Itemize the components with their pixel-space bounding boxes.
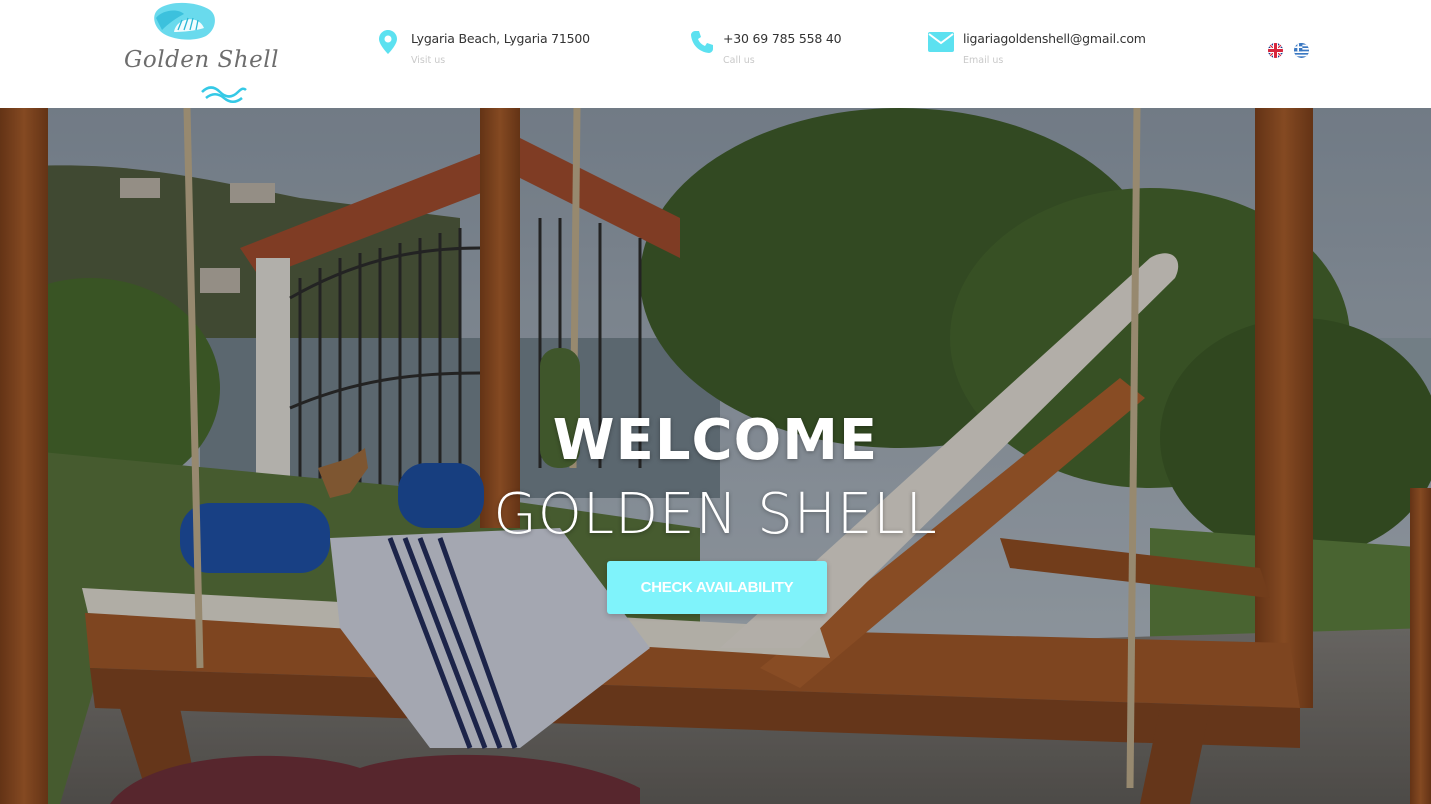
greek-flag-icon[interactable] xyxy=(1294,43,1309,58)
hero-subtitle: GOLDEN SHELL xyxy=(493,482,938,547)
email-text: ligariagoldenshell@gmail.com xyxy=(963,31,1146,46)
address-caption: Visit us xyxy=(411,55,446,66)
logo[interactable]: Golden Shell xyxy=(118,0,278,104)
phone-text: +30 69 785 558 40 xyxy=(723,31,842,46)
address-text: Lygaria Beach, Lygaria 71500 xyxy=(411,31,590,46)
address-contact[interactable]: Lygaria Beach, Lygaria 71500 Visit us xyxy=(379,28,639,76)
map-pin-icon xyxy=(379,30,397,54)
check-availability-button[interactable]: CHECK AVAILABILITY xyxy=(607,561,827,614)
language-switcher xyxy=(1268,43,1309,59)
logo-text: Golden Shell xyxy=(124,47,279,73)
hero-title: WELCOME xyxy=(552,408,879,473)
hero-section: WELCOME GOLDEN SHELL CHECK AVAILABILITY xyxy=(0,108,1431,804)
phone-caption: Call us xyxy=(723,55,755,66)
email-contact[interactable]: ligariagoldenshell@gmail.com Email us xyxy=(928,28,1188,76)
phone-icon xyxy=(691,31,713,53)
envelope-icon xyxy=(928,32,954,52)
phone-contact[interactable]: +30 69 785 558 40 Call us xyxy=(690,28,880,76)
email-caption: Email us xyxy=(963,55,1004,66)
uk-flag-icon[interactable] xyxy=(1268,43,1283,58)
site-header: Golden Shell Lygaria Beach, Lygaria 7150… xyxy=(0,0,1431,108)
